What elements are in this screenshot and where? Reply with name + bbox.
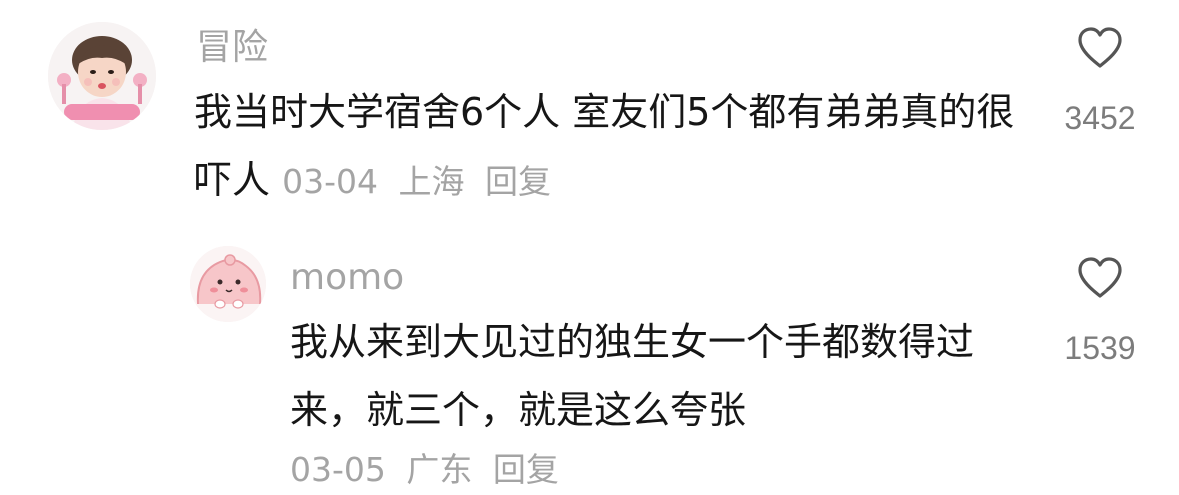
comment-username[interactable]: 冒险 bbox=[196, 26, 268, 70]
reply-body: 我从来到大见过的独生女一个手都数得过来，就三个，就是这么夸张 bbox=[290, 308, 1030, 444]
avatar[interactable] bbox=[190, 246, 266, 322]
avatar-image bbox=[190, 246, 266, 322]
avatar-image bbox=[48, 22, 156, 130]
reply-username[interactable]: momo bbox=[290, 256, 404, 300]
heart-outline-icon bbox=[1078, 27, 1122, 68]
like-count: 1539 bbox=[1064, 330, 1136, 366]
like-button[interactable]: 3452 bbox=[1050, 26, 1150, 137]
heart-outline-icon bbox=[1078, 257, 1122, 298]
reply-button[interactable]: 回复 bbox=[485, 162, 551, 201]
reply-date: 03-05 bbox=[290, 450, 386, 489]
reply-location: 广东 bbox=[406, 450, 473, 489]
like-button[interactable]: 1539 bbox=[1050, 256, 1150, 367]
reply-button[interactable]: 回复 bbox=[493, 450, 559, 489]
reply-meta: 03-05 广东 回复 bbox=[290, 448, 569, 492]
avatar[interactable] bbox=[48, 22, 156, 130]
like-count: 3452 bbox=[1064, 100, 1136, 136]
comment-location: 上海 bbox=[398, 162, 465, 201]
comment-body: 我当时大学宿舍6个人 室友们5个都有弟弟真的很吓人 03-04 上海 回复 bbox=[194, 78, 1024, 216]
comment-date: 03-04 bbox=[282, 162, 378, 201]
reply-text: 我从来到大见过的独生女一个手都数得过来，就三个，就是这么夸张 bbox=[290, 320, 975, 432]
comment-meta: 03-04 上海 回复 bbox=[282, 162, 561, 201]
